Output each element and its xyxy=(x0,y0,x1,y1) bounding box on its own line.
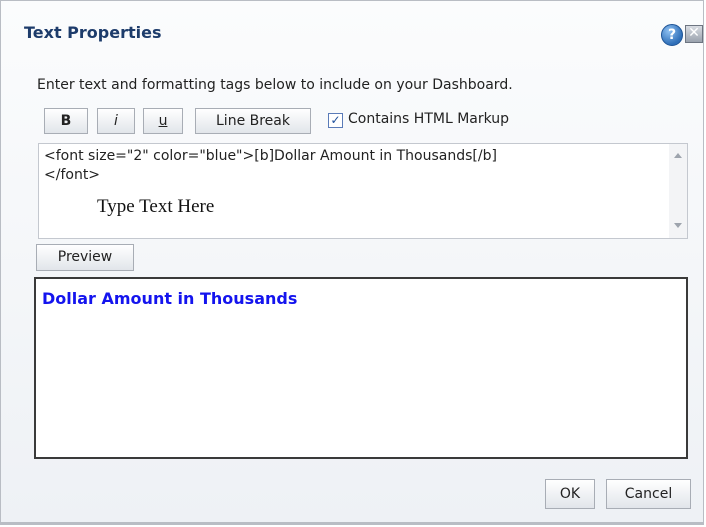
help-icon[interactable]: ? xyxy=(661,24,683,46)
bold-button[interactable]: B xyxy=(44,108,88,134)
editor-scrollbar[interactable] xyxy=(669,144,687,238)
preview-pane: Dollar Amount in Thousands xyxy=(34,277,688,459)
italic-button[interactable]: i xyxy=(97,108,135,134)
preview-button[interactable]: Preview xyxy=(36,244,134,271)
underline-button[interactable]: u xyxy=(143,108,183,134)
text-editor[interactable]: <font size="2" color="blue">[b]Dollar Am… xyxy=(38,143,688,239)
text-properties-dialog: Text Properties ? ✕ Enter text and forma… xyxy=(0,0,704,525)
editor-line-1: <font size="2" color="blue">[b]Dollar Am… xyxy=(44,148,497,164)
html-markup-checkbox[interactable]: ✓ xyxy=(328,113,343,128)
editor-line-2: </font> xyxy=(44,167,101,183)
preview-rendered-text: Dollar Amount in Thousands xyxy=(42,289,298,308)
dialog-title: Text Properties xyxy=(24,23,162,42)
cancel-button[interactable]: Cancel xyxy=(606,479,691,509)
scroll-up-icon[interactable] xyxy=(674,153,682,158)
scroll-down-icon[interactable] xyxy=(674,223,682,228)
instructions-text: Enter text and formatting tags below to … xyxy=(37,77,513,93)
dialog-title-bar[interactable]: Text Properties ? ✕ xyxy=(1,1,703,59)
ok-button[interactable]: OK xyxy=(545,479,595,509)
editor-placeholder: Type Text Here xyxy=(97,196,215,217)
line-break-button[interactable]: Line Break xyxy=(195,108,311,134)
close-icon[interactable]: ✕ xyxy=(685,25,703,43)
html-markup-checkbox-label[interactable]: Contains HTML Markup xyxy=(348,111,509,127)
